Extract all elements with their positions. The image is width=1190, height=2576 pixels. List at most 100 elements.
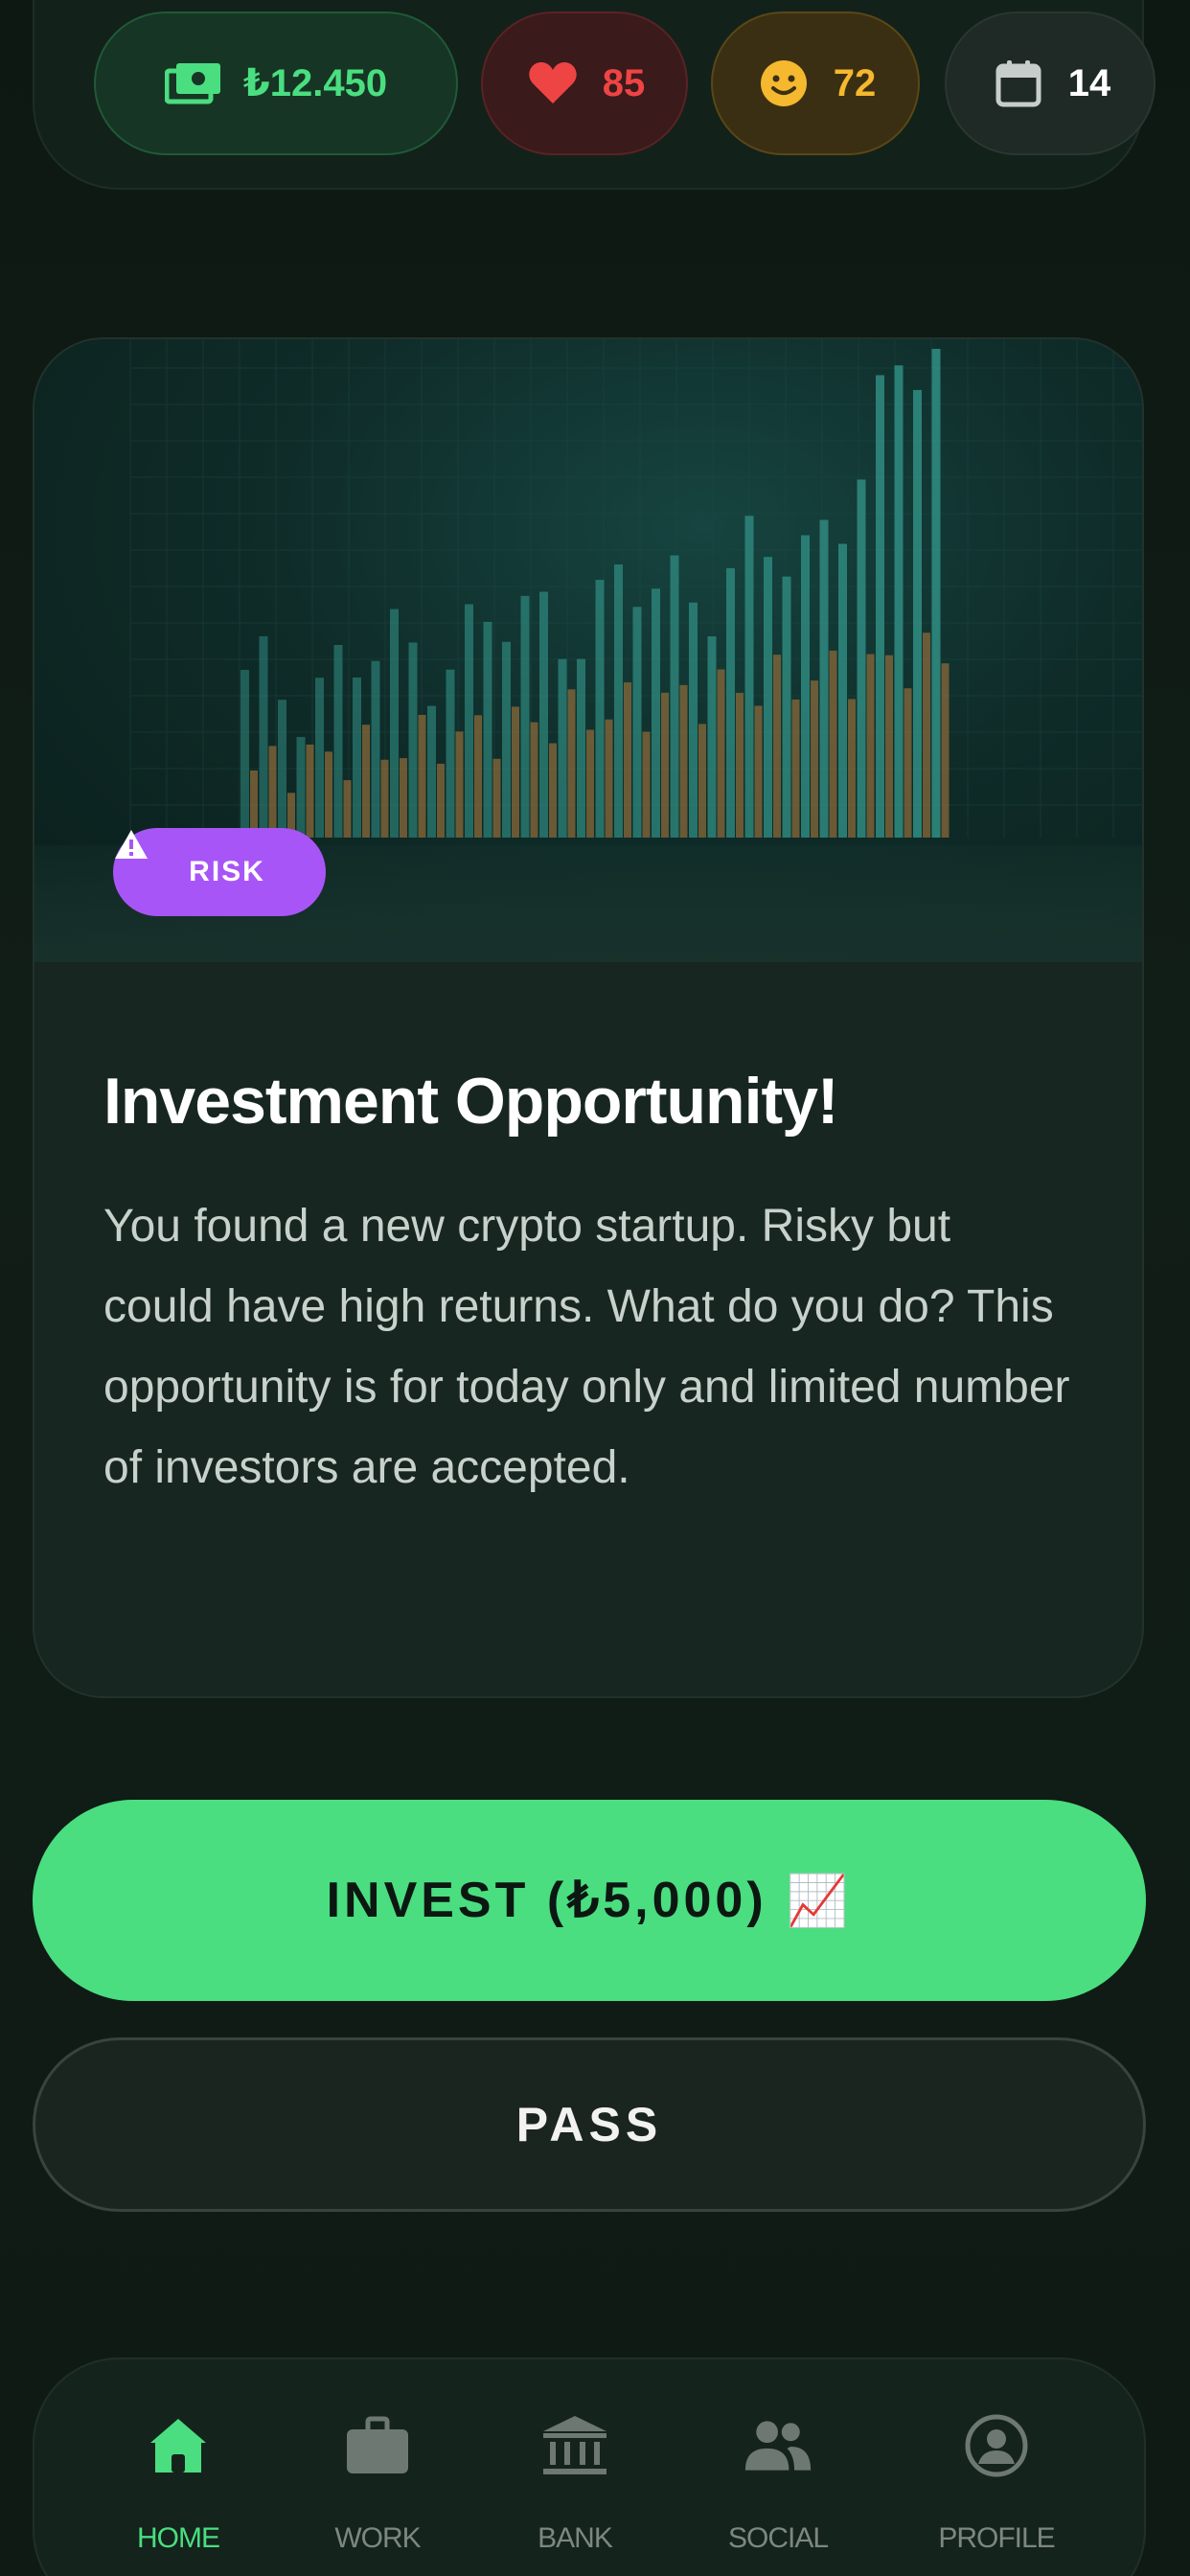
decor-bar [390,609,399,838]
decor-bar [736,692,744,838]
invest-button-label: INVEST (₺5,000) [326,1873,767,1928]
decor-bar [848,699,856,838]
decor-bar [670,555,679,838]
decor-bar [614,564,623,838]
decor-bar [913,389,922,838]
invest-button[interactable]: INVEST (₺5,000) 📈 [33,1800,1146,2001]
decor-bar [876,375,884,838]
decor-bar [437,763,445,838]
happiness-stat[interactable]: 72 [711,12,920,155]
nav-item-profile[interactable]: PROFILE [901,2411,1092,2576]
decor-bar [726,567,735,838]
decor-bar [595,580,605,838]
decor-bar [819,519,829,838]
risk-badge-label: RISK [189,856,265,887]
decor-bar [811,680,818,838]
nav-item-home[interactable]: HOME [82,2411,274,2576]
pass-button[interactable]: PASS [33,2037,1146,2212]
heart-icon [524,55,582,112]
day-stat[interactable]: 14 [945,12,1156,155]
decor-bar [465,604,473,838]
briefcase-icon [343,2411,412,2480]
money-icon [164,55,222,112]
decor-bar [520,595,530,838]
decor-bar [362,724,370,838]
event-image: RISK [34,339,1142,962]
risk-badge: RISK [113,828,326,916]
bank-icon [540,2411,609,2480]
decor-bar [829,650,837,838]
decor-bar [717,669,725,838]
decor-bar [782,576,791,838]
decor-bar [698,724,706,838]
decor-bar [773,655,781,838]
decor-bar [679,684,688,838]
money-value: ₺12.450 [242,62,388,104]
nav-label-home: HOME [137,2522,220,2554]
nav-item-bank[interactable]: BANK [479,2411,671,2576]
decor-bar [492,758,501,838]
people-icon [744,2411,812,2480]
decor-bar [894,365,904,838]
decor-bar [577,658,585,838]
decor-bar [512,706,519,838]
decor-bar [427,705,436,838]
profile-icon [962,2411,1031,2480]
event-description: You found a new crypto startup. Risky bu… [103,1201,1070,1493]
home-icon [144,2411,213,2480]
decor-bar [455,731,464,838]
nav-label-social: SOCIAL [727,2522,829,2554]
smiley-icon [755,55,812,112]
decor-bar [586,729,594,838]
decor-bar [866,654,875,838]
event-title: Investment Opportunity! [103,1065,839,1138]
decor-bar [567,689,576,838]
decor-bar [632,607,642,838]
decor-bar [502,641,511,838]
decor-bar [483,621,492,838]
nav-item-social[interactable]: SOCIAL [682,2411,874,2576]
decor-bar [661,692,669,838]
decor-bar [474,715,482,838]
decor-bar [539,591,548,838]
decor-bar [306,744,314,838]
decor-bar [400,758,407,838]
decor-bar [931,349,941,838]
nav-label-bank: BANK [538,2522,613,2554]
decor-bar [408,642,418,838]
decor-bar [380,759,389,838]
decor-bar [707,636,717,838]
decor-bar [418,714,426,838]
decor-bar [333,645,343,838]
decor-bar [371,660,380,838]
decor-bar [343,780,352,838]
decor-bar [801,535,810,838]
decor-bar [838,543,847,838]
pass-button-label: PASS [515,2098,663,2151]
nav-item-work[interactable]: WORK [282,2411,473,2576]
happiness-value: 72 [833,61,877,104]
decor-bar [278,700,286,838]
decor-bar [791,699,800,838]
decor-bar [923,632,930,838]
decor-bar [259,635,268,838]
decor-bar [268,746,277,838]
decor-bar [549,743,557,838]
decor-bar [558,658,567,838]
calendar-icon [990,55,1047,112]
decor-bar [652,588,660,838]
decor-bar [642,731,651,838]
decor-bar [325,751,332,838]
nav-label-work: WORK [334,2522,421,2554]
decor-bar [764,557,772,838]
money-stat[interactable]: ₺12.450 [94,12,458,155]
decor-bar [624,682,631,838]
decor-bar [754,705,763,838]
decor-bar [904,688,912,838]
decor-bar [353,677,361,838]
stats-bar: ₺12.450 85 72 14 [33,0,1156,190]
health-stat[interactable]: 85 [481,12,688,155]
decor-bar [885,655,893,838]
nav-label-profile: PROFILE [938,2522,1055,2554]
decor-bar [296,737,306,838]
